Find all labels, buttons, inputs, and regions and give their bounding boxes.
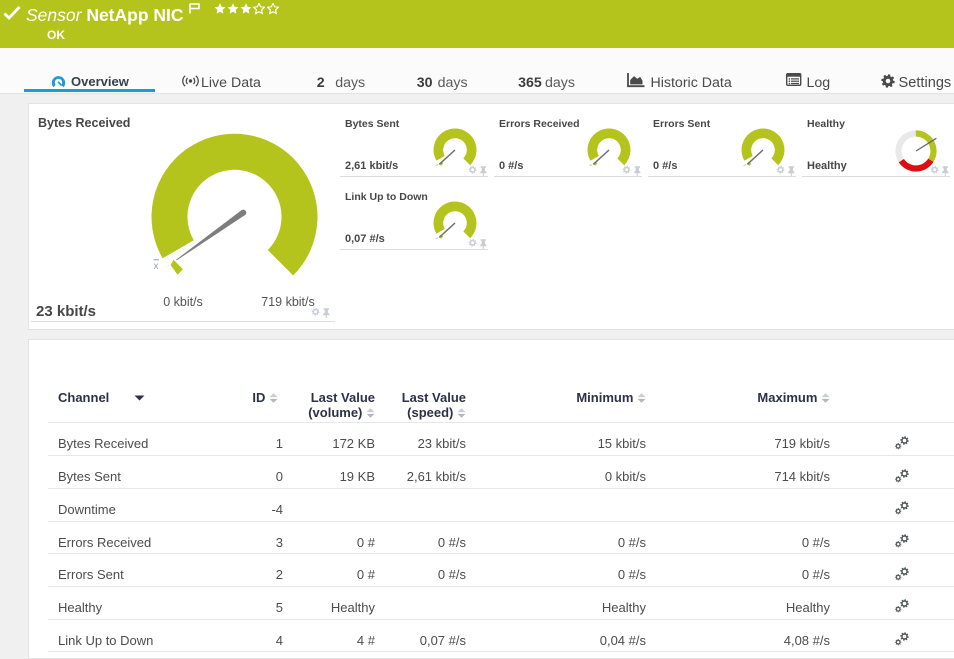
svg-text:x: x bbox=[154, 261, 159, 272]
